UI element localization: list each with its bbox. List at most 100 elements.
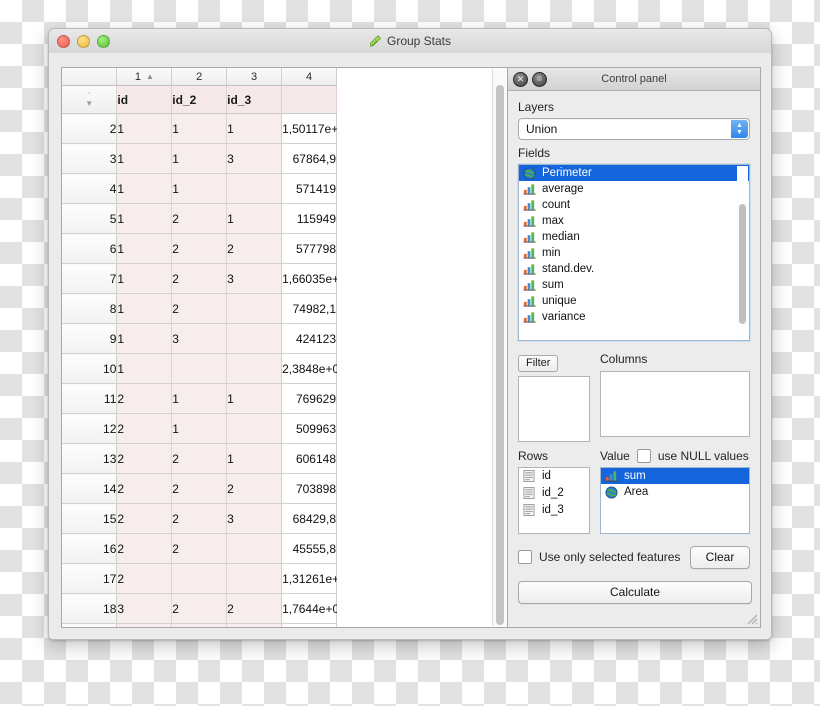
cell-id2[interactable]: 1: [171, 143, 228, 174]
cell-id2[interactable]: 2: [171, 233, 228, 264]
resize-grip-icon[interactable]: [744, 611, 758, 625]
table-row[interactable]: 18 3 2 2 1,7644e+06: [62, 593, 346, 624]
table-row[interactable]: 9 1 3 424123: [62, 323, 337, 354]
row-number-cell[interactable]: 8: [62, 293, 118, 324]
row-number-cell[interactable]: 17: [62, 563, 118, 594]
cell-value[interactable]: 1,7644e+06: [281, 593, 346, 624]
cell-id[interactable]: 3: [116, 623, 173, 627]
cell-value[interactable]: 68429,8: [281, 503, 337, 534]
chevron-updown-icon[interactable]: ▲ ▼: [731, 120, 748, 138]
control-panel-titlebar[interactable]: ✕ ⌾ Control panel: [508, 68, 760, 91]
cell-id2[interactable]: 2: [171, 503, 228, 534]
column-number-3[interactable]: 3: [226, 68, 283, 86]
rows-listbox[interactable]: id id_2 id_3: [518, 466, 590, 534]
table-row[interactable]: 7 1 2 3 1,66035e+06: [62, 263, 352, 294]
cell-value[interactable]: 115949: [281, 203, 337, 234]
filter-listbox[interactable]: [518, 375, 590, 442]
value-list-item[interactable]: sum: [601, 467, 749, 484]
fields-list-item[interactable]: min: [519, 245, 749, 261]
cell-id2[interactable]: 2: [171, 473, 228, 504]
table-row[interactable]: 3 1 1 3 67864,9: [62, 143, 337, 174]
cell-id[interactable]: 1: [116, 263, 173, 294]
row-number-cell[interactable]: 2: [62, 113, 118, 144]
table-row[interactable]: 4 1 1 571419: [62, 173, 337, 204]
cell-id[interactable]: 3: [116, 593, 173, 624]
row-number-cell[interactable]: 6: [62, 233, 118, 264]
fields-list-item[interactable]: unique: [519, 293, 749, 309]
table-row[interactable]: 12 2 1 509963: [62, 413, 337, 444]
cell-id2[interactable]: 2: [171, 533, 228, 564]
table-row[interactable]: 10 1 2,3848e+06: [62, 353, 346, 384]
float-panel-icon[interactable]: ⌾: [532, 72, 547, 87]
fields-list-item[interactable]: max: [519, 213, 749, 229]
cell-id3[interactable]: [226, 323, 283, 354]
table-row[interactable]: 5 1 2 1 115949: [62, 203, 337, 234]
cell-id3[interactable]: 2: [226, 593, 283, 624]
cell-id[interactable]: 1: [116, 293, 173, 324]
filter-button[interactable]: Filter: [518, 354, 559, 372]
close-icon[interactable]: ✕: [513, 72, 528, 87]
rows-list-item[interactable]: id: [519, 468, 589, 485]
calculate-button[interactable]: Calculate: [518, 580, 752, 604]
row-number-cell[interactable]: 18: [62, 593, 118, 624]
cell-value[interactable]: 45555,8: [281, 533, 337, 564]
cell-id3[interactable]: 3: [226, 623, 283, 627]
cell-id2[interactable]: 2: [171, 593, 228, 624]
results-table[interactable]: 1 ▲ 2 3 4 ' ▼ id id_2 id_3 2 1 1 1 1,501…: [62, 68, 352, 627]
cell-id3[interactable]: 1: [226, 443, 283, 474]
row-number-cell[interactable]: 9: [62, 323, 118, 354]
cell-id[interactable]: 1: [116, 353, 173, 384]
value-listbox[interactable]: sum Area: [600, 466, 750, 534]
field-header-id2[interactable]: id_2: [171, 85, 228, 114]
cell-id[interactable]: 2: [116, 413, 173, 444]
cell-value[interactable]: 1,66035e+06: [281, 263, 352, 294]
cell-id3[interactable]: [226, 533, 283, 564]
use-null-values-checkbox[interactable]: [636, 448, 651, 463]
cell-id2[interactable]: 1: [171, 113, 228, 144]
cell-id3[interactable]: 3: [226, 263, 283, 294]
columns-listbox[interactable]: [600, 371, 750, 437]
row-number-cell[interactable]: 14: [62, 473, 118, 504]
table-row[interactable]: 16 2 2 45555,8: [62, 533, 337, 564]
fields-list[interactable]: Perimeter average count max median min stand.d…: [518, 164, 750, 341]
row-number-cell[interactable]: 4: [62, 173, 118, 204]
row-number-cell[interactable]: 19: [62, 623, 118, 627]
fields-list-item[interactable]: variance: [519, 309, 749, 325]
fields-list-item[interactable]: sum: [519, 277, 749, 293]
cell-id3[interactable]: 3: [226, 503, 283, 534]
cell-id[interactable]: 2: [116, 473, 173, 504]
cell-value[interactable]: 571419: [281, 173, 337, 204]
field-header-id3[interactable]: id_3: [226, 85, 283, 114]
cell-id3[interactable]: [226, 293, 283, 324]
cell-id2[interactable]: 2: [171, 203, 228, 234]
window-titlebar[interactable]: Group Stats: [49, 29, 771, 54]
results-table-pane[interactable]: 1 ▲ 2 3 4 ' ▼ id id_2 id_3 2 1 1 1 1,501…: [61, 67, 509, 628]
cell-value[interactable]: 74982,1: [281, 293, 337, 324]
row-number-cell[interactable]: 12: [62, 413, 118, 444]
cell-id[interactable]: 1: [116, 113, 173, 144]
cell-id3[interactable]: 2: [226, 233, 283, 264]
cell-id[interactable]: 1: [116, 203, 173, 234]
cell-id2[interactable]: 2: [171, 443, 228, 474]
table-row[interactable]: 2 1 1 1 1,50117e+06: [62, 113, 352, 144]
cell-value[interactable]: 769629: [281, 383, 337, 414]
cell-id[interactable]: 1: [116, 233, 173, 264]
cell-id[interactable]: 2: [116, 533, 173, 564]
cell-value[interactable]: 67864,9: [281, 143, 337, 174]
cell-id[interactable]: 2: [116, 503, 173, 534]
field-header-value[interactable]: [281, 85, 337, 114]
cell-id3[interactable]: 1: [226, 203, 283, 234]
layers-select[interactable]: Union ▲ ▼: [518, 118, 750, 140]
table-row[interactable]: 19323142016: [62, 623, 337, 627]
row-number-cell[interactable]: 3: [62, 143, 118, 174]
cell-value[interactable]: 703898: [281, 473, 337, 504]
row-number-cell[interactable]: 13: [62, 443, 118, 474]
cell-id3[interactable]: [226, 413, 283, 444]
cell-value[interactable]: 577798: [281, 233, 337, 264]
cell-id2[interactable]: 2: [171, 293, 228, 324]
field-header-id[interactable]: id: [116, 85, 173, 114]
row-number-cell[interactable]: 15: [62, 503, 118, 534]
table-corner-cell[interactable]: [62, 68, 118, 86]
cell-id3[interactable]: [226, 563, 283, 594]
cell-id2[interactable]: [171, 563, 228, 594]
